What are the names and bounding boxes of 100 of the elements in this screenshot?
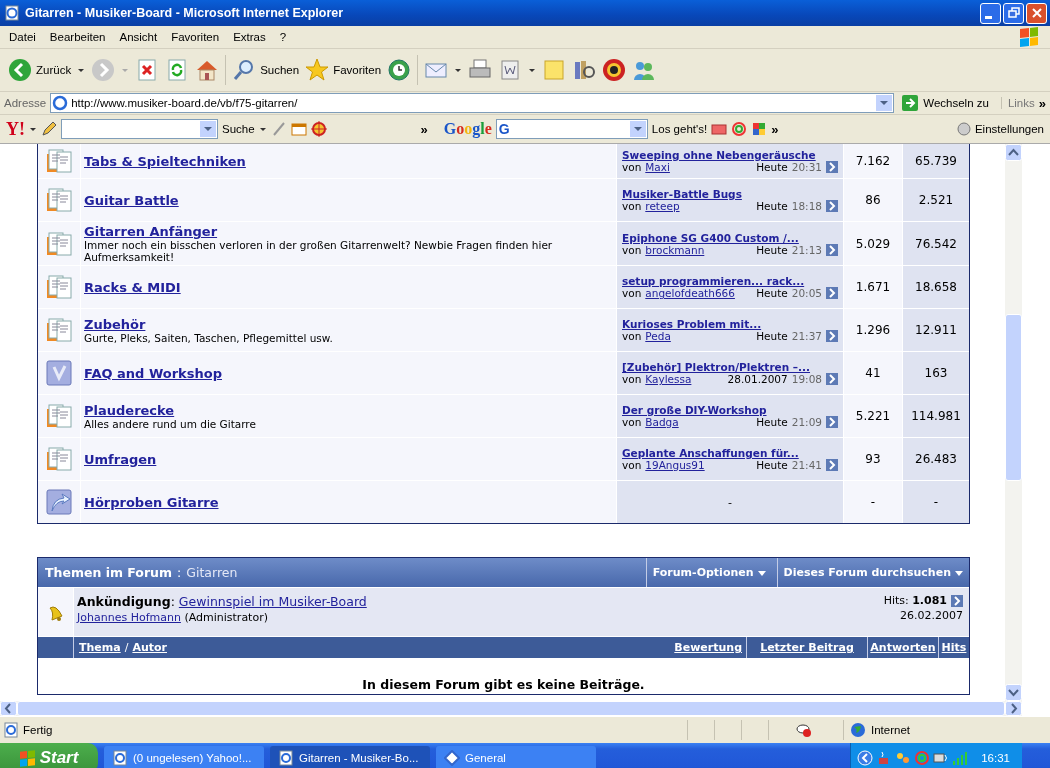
menu-item[interactable]: Extras xyxy=(226,31,273,43)
go-to-post-icon[interactable] xyxy=(826,330,838,342)
column-header-link[interactable]: Bewertung xyxy=(674,641,742,654)
go-to-post-icon[interactable] xyxy=(826,161,838,173)
swirl-icon[interactable] xyxy=(731,121,748,137)
address-field[interactable]: http://www.musiker-board.de/vb/f75-gitarren/ xyxy=(50,93,895,113)
target-icon[interactable] xyxy=(310,121,327,137)
more-chevron[interactable]: » xyxy=(1038,95,1046,111)
caret-icon[interactable] xyxy=(77,66,86,74)
search-button[interactable]: Suchen xyxy=(232,58,300,82)
last-post-link[interactable]: Epiphone SG G400 Custom /... xyxy=(622,231,838,244)
history-icon[interactable] xyxy=(387,58,412,82)
links-label[interactable]: Links xyxy=(1000,97,1035,109)
close-button[interactable] xyxy=(1026,2,1047,24)
swirl-icon[interactable] xyxy=(914,750,931,766)
chip-icon[interactable] xyxy=(602,58,627,82)
menu-item[interactable]: Ansicht xyxy=(112,31,165,43)
last-post-link[interactable]: Sweeping ohne Nebengeräusche xyxy=(622,149,838,161)
author-link[interactable]: Peda xyxy=(645,330,671,342)
taskbar-button[interactable]: Gitarren - Musiker-Bo... xyxy=(270,746,430,768)
ticket-icon[interactable] xyxy=(711,121,728,137)
back-button[interactable]: Zurück xyxy=(8,58,72,82)
scroll-down-button[interactable] xyxy=(1005,684,1022,701)
go-to-post-icon[interactable] xyxy=(826,287,838,299)
post-time: 21:37 xyxy=(791,330,822,342)
caret-icon[interactable] xyxy=(528,66,537,74)
books-icon[interactable] xyxy=(572,58,597,82)
column-header-link[interactable]: Antworten xyxy=(870,641,936,654)
forum-title-link[interactable]: Plauderecke xyxy=(84,402,613,418)
settings-button[interactable]: Einstellungen xyxy=(955,121,1044,137)
dots-icon[interactable] xyxy=(895,750,912,766)
post-time: 18:18 xyxy=(791,200,822,212)
dropdown-icon[interactable] xyxy=(629,121,646,137)
dropdown-icon[interactable] xyxy=(200,121,216,137)
pencil-icon[interactable] xyxy=(41,121,57,137)
author-link[interactable]: Badga xyxy=(645,416,679,428)
go-to-post-icon[interactable] xyxy=(826,416,838,428)
page-icon xyxy=(3,722,19,738)
go-to-post-icon[interactable] xyxy=(826,243,838,256)
caret-icon[interactable] xyxy=(29,125,37,133)
vertical-scrollbar[interactable] xyxy=(1005,144,1022,701)
taskbar-button[interactable]: (0 ungelesen) Yahoo!... xyxy=(104,746,264,768)
go-button[interactable]: Wechseln zu xyxy=(898,95,997,111)
window-icon[interactable] xyxy=(290,121,307,137)
pen-icon[interactable] xyxy=(270,121,287,137)
last-post-link[interactable]: Musiker-Battle Bugs xyxy=(622,188,838,200)
network-icon[interactable] xyxy=(933,750,950,766)
scroll-right-button[interactable] xyxy=(1005,701,1022,716)
dropdown-icon[interactable] xyxy=(876,95,893,111)
restore-button[interactable] xyxy=(1003,2,1024,24)
menu-item[interactable]: Bearbeiten xyxy=(42,31,113,43)
post-time: 21:13 xyxy=(791,243,822,256)
scroll-thumb[interactable] xyxy=(1005,314,1022,481)
author-link[interactable]: reteep xyxy=(645,200,680,212)
last-post-link[interactable]: Kurioses Problem mit... xyxy=(622,318,838,330)
favorites-button[interactable]: Favoriten xyxy=(305,58,382,82)
scroll-up-button[interactable] xyxy=(1005,144,1022,161)
taskbar-button[interactable]: General xyxy=(436,746,596,768)
by-label: von xyxy=(622,243,642,256)
forum-title-link[interactable]: Gitarren Anfänger xyxy=(84,224,613,239)
last-post-link[interactable]: Geplante Anschaffungen für... xyxy=(622,447,838,459)
go-to-post-icon[interactable] xyxy=(826,200,838,212)
menu-item[interactable]: Datei xyxy=(2,31,43,43)
author-link[interactable]: Kaylessa xyxy=(645,373,692,385)
chevron-icon[interactable] xyxy=(857,750,874,766)
last-post-link[interactable]: [Zubehör] Plektron/Plektren –... xyxy=(622,361,838,373)
author-link[interactable]: brockmann xyxy=(645,243,705,256)
author-link[interactable]: Johannes Hofmann xyxy=(77,611,181,624)
minimize-button[interactable] xyxy=(980,2,1001,24)
scroll-left-button[interactable] xyxy=(0,701,17,716)
more-chevron[interactable]: » xyxy=(420,121,428,137)
column-header-link[interactable]: Hits xyxy=(941,641,967,654)
author-link[interactable]: Maxi xyxy=(645,161,670,173)
more-chevron[interactable]: » xyxy=(771,121,779,137)
column-header-link[interactable]: Thema xyxy=(79,641,121,654)
thread-count: 5.029 xyxy=(855,236,891,251)
last-post-link[interactable]: setup programmieren... rack... xyxy=(622,275,838,287)
post-count: 2.521 xyxy=(918,193,954,207)
search-field[interactable] xyxy=(61,119,218,139)
google-g-logo[interactable]: G xyxy=(496,121,510,137)
forum-title-link[interactable]: Zubehör xyxy=(84,316,613,332)
column-header-link[interactable]: Autor xyxy=(132,641,167,654)
google-search-field[interactable]: G xyxy=(495,119,648,139)
menu-item[interactable]: ? xyxy=(272,31,294,43)
column-header-link[interactable]: Letzter Beitrag xyxy=(760,641,854,654)
go-to-post-icon[interactable] xyxy=(951,594,963,607)
title-separator: : xyxy=(177,565,182,580)
author-link[interactable]: 19Angus91 xyxy=(645,459,705,471)
announcement-link[interactable]: Gewinnspiel im Musiker-Board xyxy=(178,594,367,609)
search-button[interactable]: Suche xyxy=(222,123,267,135)
author-link[interactable]: angelofdeath666 xyxy=(645,287,735,299)
go-to-post-icon[interactable] xyxy=(826,373,838,385)
google-logo[interactable]: Google xyxy=(443,120,492,138)
menu-item[interactable]: Favoriten xyxy=(164,31,227,43)
go-to-post-icon[interactable] xyxy=(826,459,838,471)
caret-icon[interactable] xyxy=(454,66,463,74)
last-post-link[interactable]: Der große DIY-Workshop xyxy=(622,404,838,416)
puzzle-icon[interactable] xyxy=(751,121,768,137)
google-search-button[interactable]: Los geht's! xyxy=(651,123,708,135)
yahoo-logo[interactable]: Y! xyxy=(6,118,25,140)
